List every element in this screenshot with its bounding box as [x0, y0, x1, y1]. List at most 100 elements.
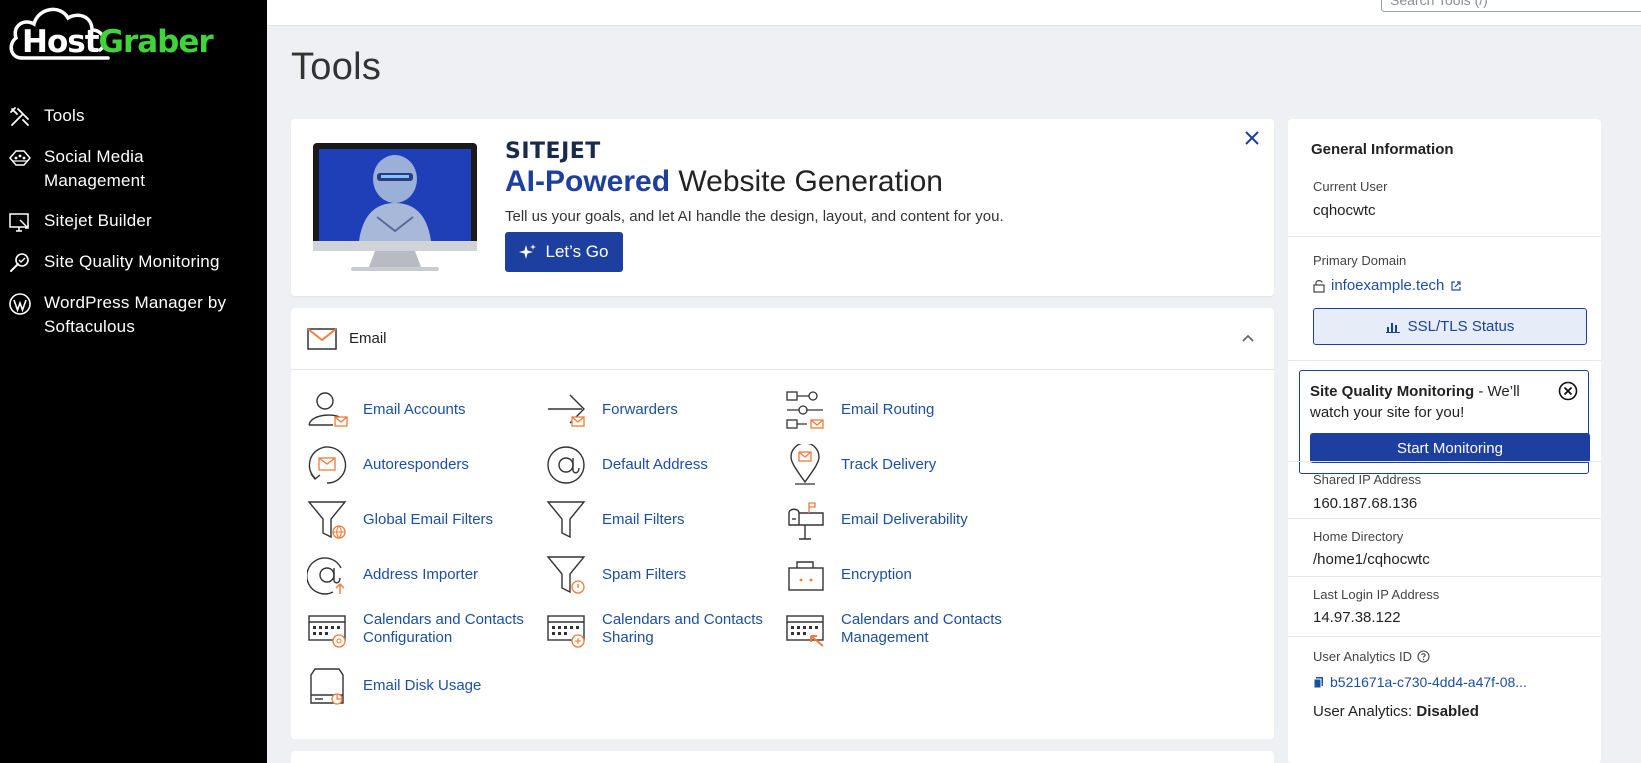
- tool-autoresponders[interactable]: Autoresponders: [307, 443, 547, 487]
- copy-icon[interactable]: [1313, 676, 1324, 689]
- sparkle-icon: [519, 244, 537, 259]
- tool-label: Global Email Filters: [363, 511, 494, 528]
- primary-domain-label: Primary Domain: [1313, 253, 1407, 268]
- top-bar: Search Tools (/): [267, 0, 1641, 26]
- search-input[interactable]: Search Tools (/): [1381, 0, 1641, 12]
- home-directory-label: Home Directory: [1313, 529, 1404, 544]
- sidebar-item-label: Tools: [44, 106, 85, 125]
- logo-text: HostGraber: [22, 24, 214, 60]
- tool-label: Autoresponders: [363, 456, 469, 473]
- email-routing-icon: [786, 391, 824, 429]
- email-panel: Email Email Accounts Forwarders Email Ro…: [291, 308, 1274, 739]
- tool-email-disk-usage[interactable]: Email Disk Usage: [307, 664, 547, 708]
- unlock-icon: [1313, 279, 1325, 293]
- analytics-id-label: User Analytics ID: [1313, 649, 1412, 664]
- calendar-management-icon: [786, 615, 824, 647]
- tool-track-delivery[interactable]: Track Delivery: [785, 443, 1025, 487]
- tool-calendars-sharing[interactable]: Calendars and Contacts Sharing: [546, 607, 786, 651]
- sidebar-item-site-quality[interactable]: Site Quality Monitoring: [0, 246, 267, 279]
- sitejet-icon: [9, 213, 29, 232]
- tool-calendars-management[interactable]: Calendars and Contacts Management: [785, 607, 1025, 651]
- sqm-text: Site Quality Monitoring - We’ll watch yo…: [1310, 381, 1560, 423]
- sidebar: HostGraber Tools Social Media Management…: [0, 0, 267, 763]
- disk-usage-icon: [310, 668, 344, 705]
- hostgraber-logo[interactable]: HostGraber: [8, 0, 214, 66]
- analytics-status: User Analytics: Disabled: [1313, 703, 1479, 720]
- tool-label: Encryption: [841, 566, 912, 583]
- last-login-label: Last Login IP Address: [1313, 587, 1440, 602]
- tool-address-importer[interactable]: Address Importer: [307, 553, 547, 597]
- shared-ip-section: Shared IP Address 160.187.68.136: [1288, 461, 1601, 519]
- tool-label: Email Filters: [602, 511, 685, 528]
- chevron-up-icon[interactable]: [1240, 330, 1256, 346]
- forwarders-icon: [548, 394, 585, 427]
- home-directory-section: Home Directory /home1/cqhocwtc: [1288, 519, 1601, 577]
- last-login-value: 14.97.38.122: [1313, 609, 1401, 626]
- tool-default-address[interactable]: Default Address: [546, 443, 786, 487]
- sidebar-item-wordpress[interactable]: WordPress Manager by Softaculous: [0, 287, 267, 343]
- analytics-status-value: Disabled: [1416, 703, 1479, 720]
- tool-global-email-filters[interactable]: Global Email Filters: [307, 498, 547, 542]
- tool-label: Email Accounts: [363, 401, 466, 418]
- close-icon[interactable]: [1242, 129, 1262, 149]
- lets-go-label: Let’s Go: [545, 242, 609, 261]
- sidebar-item-social-media[interactable]: Social Media Management: [0, 141, 267, 197]
- tool-label: Calendars and Contacts Management: [841, 611, 1002, 646]
- sidebar-item-sitejet[interactable]: Sitejet Builder: [0, 205, 267, 238]
- tool-label: Forwarders: [602, 401, 678, 418]
- tool-email-accounts[interactable]: Email Accounts: [307, 388, 547, 432]
- home-directory-value: /home1/cqhocwtc: [1313, 551, 1430, 568]
- headline-accent: AI-Powered: [505, 165, 671, 198]
- analytics-id-label-row: User Analytics ID: [1313, 649, 1430, 664]
- shared-ip-label: Shared IP Address: [1313, 472, 1422, 487]
- help-icon[interactable]: [1417, 650, 1430, 663]
- email-panel-header[interactable]: Email: [291, 308, 1274, 370]
- autoresponders-icon: [308, 446, 347, 484]
- tool-email-routing[interactable]: Email Routing: [785, 388, 1025, 432]
- bar-chart-icon: [1385, 322, 1400, 333]
- general-info-panel: General Information Current User cqhocwt…: [1288, 119, 1601, 763]
- sitejet-banner: SITEJET AI-Powered Website Generation Te…: [291, 119, 1274, 296]
- logo-graber: Graber: [98, 24, 214, 60]
- sidebar-item-tools[interactable]: Tools: [0, 100, 267, 133]
- close-circle-icon[interactable]: [1558, 381, 1578, 401]
- analytics-id-value[interactable]: b521671a-c730-4dd4-a47f-08...: [1330, 674, 1527, 690]
- start-monitoring-button[interactable]: Start Monitoring: [1310, 433, 1590, 463]
- primary-domain-link[interactable]: infoexample.tech: [1331, 277, 1444, 294]
- ssl-tls-status-button[interactable]: SSL/TLS Status: [1313, 308, 1587, 345]
- last-login-section: Last Login IP Address 14.97.38.122: [1288, 577, 1601, 637]
- ssl-button-label: SSL/TLS Status: [1407, 318, 1515, 335]
- banner-headline: AI-Powered Website Generation: [505, 165, 943, 199]
- lets-go-button[interactable]: Let’s Go: [505, 232, 623, 272]
- tool-label: Default Address: [602, 456, 708, 473]
- tool-label: Address Importer: [363, 566, 479, 583]
- tool-label: Spam Filters: [602, 566, 687, 583]
- tool-email-filters[interactable]: Email Filters: [546, 498, 786, 542]
- social-media-icon: [9, 150, 31, 166]
- tool-label: Calendars and Contacts Sharing: [602, 611, 763, 646]
- logo-host: Host: [22, 24, 100, 60]
- banner-subtitle: Tell us your goals, and let AI handle th…: [505, 208, 1004, 225]
- email-accounts-icon: [308, 392, 348, 427]
- current-user-section: Current User cqhocwtc: [1288, 119, 1601, 237]
- tool-forwarders[interactable]: Forwarders: [546, 388, 786, 432]
- site-quality-icon: [10, 253, 29, 272]
- tool-email-deliverability[interactable]: Email Deliverability: [785, 498, 1025, 542]
- address-importer-icon: [307, 557, 345, 595]
- sitejet-brand: SITEJET: [505, 139, 601, 164]
- sidebar-item-label: Site Quality Monitoring: [44, 252, 220, 271]
- current-user-label: Current User: [1313, 179, 1388, 194]
- mailbox-icon: [788, 502, 824, 540]
- tool-spam-filters[interactable]: Spam Filters: [546, 553, 786, 597]
- tool-label: Calendars and Contacts Configuration: [363, 611, 524, 646]
- site-quality-monitoring-card: Site Quality Monitoring - We’ll watch yo…: [1299, 370, 1590, 474]
- shared-ip-value: 160.187.68.136: [1313, 495, 1418, 512]
- calendar-config-icon: [308, 615, 346, 648]
- tool-calendars-config[interactable]: Calendars and Contacts Configuration: [307, 607, 547, 651]
- headline-rest: Website Generation: [670, 165, 943, 198]
- tools-icon: [10, 107, 29, 126]
- tool-encryption[interactable]: Encryption: [785, 553, 1025, 597]
- user-analytics-section: User Analytics ID b521671a-c730-4dd4-a47…: [1288, 637, 1601, 763]
- sqm-title: Site Quality Monitoring: [1310, 383, 1475, 400]
- external-link-icon[interactable]: [1450, 280, 1462, 292]
